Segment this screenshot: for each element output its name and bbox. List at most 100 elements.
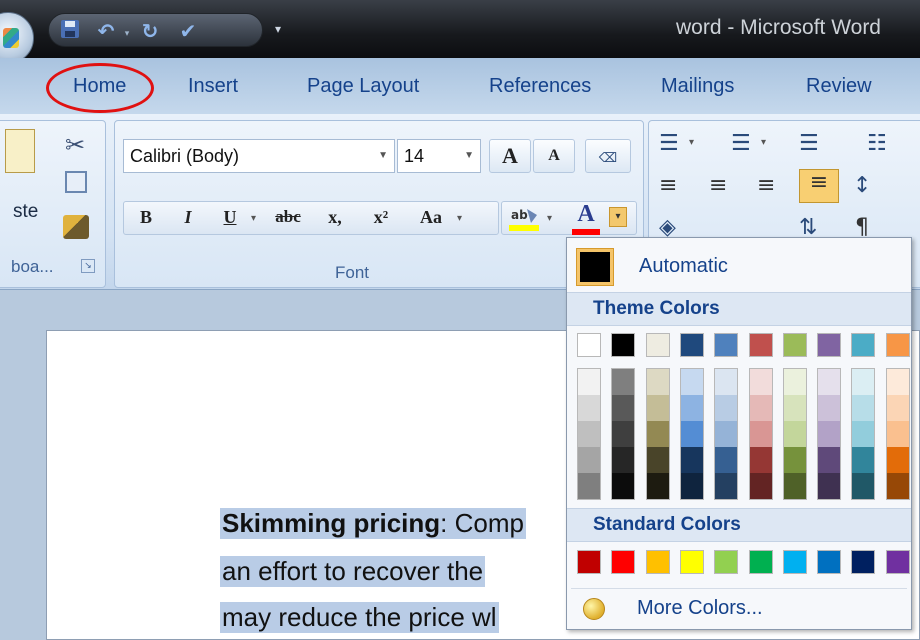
theme-shade-swatch[interactable]: [715, 395, 738, 421]
theme-color-swatch[interactable]: [679, 333, 704, 357]
theme-shade-swatch[interactable]: [612, 447, 635, 473]
tab-page-layout[interactable]: Page Layout: [307, 75, 419, 98]
theme-shade-swatch[interactable]: [818, 447, 841, 473]
theme-shade-swatch[interactable]: [818, 473, 841, 499]
standard-color-swatch[interactable]: [679, 550, 704, 574]
theme-color-swatch[interactable]: [714, 333, 739, 357]
theme-shade-swatch[interactable]: [886, 369, 909, 395]
theme-shade-swatch[interactable]: [852, 421, 875, 447]
numbering-dropdown-icon[interactable]: ▾: [761, 137, 766, 148]
clipboard-launcher-icon[interactable]: ↘: [81, 259, 95, 273]
undo-icon[interactable]: ↶: [93, 18, 119, 44]
tab-mailings[interactable]: Mailings: [661, 75, 734, 98]
theme-shade-swatch[interactable]: [715, 369, 738, 395]
theme-shade-swatch[interactable]: [749, 447, 772, 473]
format-painter-icon[interactable]: [63, 215, 89, 239]
theme-shade-swatch[interactable]: [612, 369, 635, 395]
bold-button[interactable]: B: [129, 201, 163, 235]
change-case-button[interactable]: Aa: [407, 201, 455, 235]
more-colors-item[interactable]: More Colors...: [571, 588, 907, 626]
align-left-icon[interactable]: ≡: [659, 173, 677, 198]
theme-shade-swatch[interactable]: [886, 473, 909, 499]
theme-shade-swatch[interactable]: [783, 395, 806, 421]
theme-shade-swatch[interactable]: [646, 473, 669, 499]
highlight-icon[interactable]: ab: [507, 205, 541, 233]
paste-label[interactable]: ste: [13, 201, 38, 223]
theme-color-swatch[interactable]: [748, 333, 773, 357]
font-color-dropdown-icon[interactable]: ▾: [609, 207, 627, 227]
theme-shade-swatch[interactable]: [783, 369, 806, 395]
theme-color-swatch[interactable]: [817, 333, 842, 357]
theme-shade-swatch[interactable]: [749, 473, 772, 499]
grow-font-button[interactable]: A: [489, 139, 531, 173]
doc-line-1[interactable]: Skimming pricing: Comp: [220, 508, 526, 539]
theme-shade-swatch[interactable]: [715, 447, 738, 473]
theme-shade-swatch[interactable]: [578, 369, 600, 395]
undo-dropdown-icon[interactable]: ▾: [123, 30, 131, 39]
theme-color-swatch[interactable]: [782, 333, 807, 357]
theme-shade-swatch[interactable]: [852, 395, 875, 421]
standard-color-swatch[interactable]: [817, 550, 842, 574]
italic-button[interactable]: I: [171, 201, 205, 235]
strikethrough-button[interactable]: abc: [263, 201, 313, 235]
underline-dropdown-icon[interactable]: ▾: [251, 213, 256, 224]
standard-color-swatch[interactable]: [851, 550, 876, 574]
doc-line-3[interactable]: may reduce the price wl: [220, 602, 499, 633]
copy-icon[interactable]: [65, 171, 87, 193]
highlight-dropdown-icon[interactable]: ▾: [547, 213, 552, 224]
align-right-icon[interactable]: ≡: [757, 173, 775, 198]
theme-color-swatch[interactable]: [577, 333, 601, 357]
decrease-indent-icon[interactable]: ☷: [867, 131, 887, 156]
theme-shade-swatch[interactable]: [852, 369, 875, 395]
automatic-color-label[interactable]: Automatic: [639, 255, 728, 278]
theme-shade-swatch[interactable]: [783, 421, 806, 447]
spelling-check-icon[interactable]: ✔: [175, 18, 201, 44]
theme-color-swatch[interactable]: [885, 333, 910, 357]
theme-shade-swatch[interactable]: [612, 395, 635, 421]
standard-color-swatch[interactable]: [714, 550, 739, 574]
tab-insert[interactable]: Insert: [188, 75, 238, 98]
theme-shade-swatch[interactable]: [749, 421, 772, 447]
paste-icon[interactable]: [5, 129, 35, 173]
superscript-button[interactable]: x²: [361, 201, 401, 235]
standard-color-swatch[interactable]: [577, 550, 601, 574]
theme-shade-swatch[interactable]: [578, 447, 600, 473]
theme-shade-swatch[interactable]: [783, 473, 806, 499]
theme-shade-swatch[interactable]: [680, 369, 703, 395]
save-icon[interactable]: [57, 18, 83, 44]
customize-qat-icon[interactable]: ▾: [275, 22, 281, 36]
subscript-button[interactable]: x,: [315, 201, 355, 235]
theme-shade-swatch[interactable]: [578, 395, 600, 421]
theme-shade-swatch[interactable]: [612, 421, 635, 447]
numbering-icon[interactable]: ☰: [731, 131, 751, 156]
multilevel-list-icon[interactable]: ☰: [799, 131, 819, 156]
theme-shade-swatch[interactable]: [612, 473, 635, 499]
underline-button[interactable]: U: [213, 201, 247, 235]
bullets-dropdown-icon[interactable]: ▾: [689, 137, 694, 148]
tab-review[interactable]: Review: [806, 75, 872, 98]
theme-shade-swatch[interactable]: [818, 421, 841, 447]
theme-color-swatch[interactable]: [645, 333, 670, 357]
automatic-color-item[interactable]: Automatic: [571, 242, 907, 290]
theme-shade-swatch[interactable]: [749, 369, 772, 395]
doc-line-2[interactable]: an effort to recover the: [220, 556, 486, 587]
justify-icon[interactable]: ≡: [799, 169, 839, 203]
automatic-color-swatch[interactable]: [576, 248, 614, 286]
standard-color-swatch[interactable]: [782, 550, 807, 574]
theme-color-swatch[interactable]: [851, 333, 876, 357]
standard-color-swatch[interactable]: [645, 550, 670, 574]
more-colors-label[interactable]: More Colors...: [637, 597, 763, 620]
theme-shade-swatch[interactable]: [646, 421, 669, 447]
theme-shade-swatch[interactable]: [680, 473, 703, 499]
redo-icon[interactable]: ↻: [137, 18, 163, 44]
theme-shade-swatch[interactable]: [886, 395, 909, 421]
theme-shade-swatch[interactable]: [680, 421, 703, 447]
line-spacing-icon[interactable]: ↕: [853, 173, 871, 198]
theme-shade-swatch[interactable]: [886, 421, 909, 447]
font-size-combo[interactable]: 14 ▼: [397, 139, 481, 173]
theme-shade-swatch[interactable]: [578, 473, 600, 499]
clear-formatting-button[interactable]: ⌫: [585, 139, 631, 173]
font-size-dropdown-icon[interactable]: ▼: [464, 140, 474, 172]
change-case-dropdown-icon[interactable]: ▾: [457, 213, 462, 224]
theme-shade-swatch[interactable]: [749, 395, 772, 421]
